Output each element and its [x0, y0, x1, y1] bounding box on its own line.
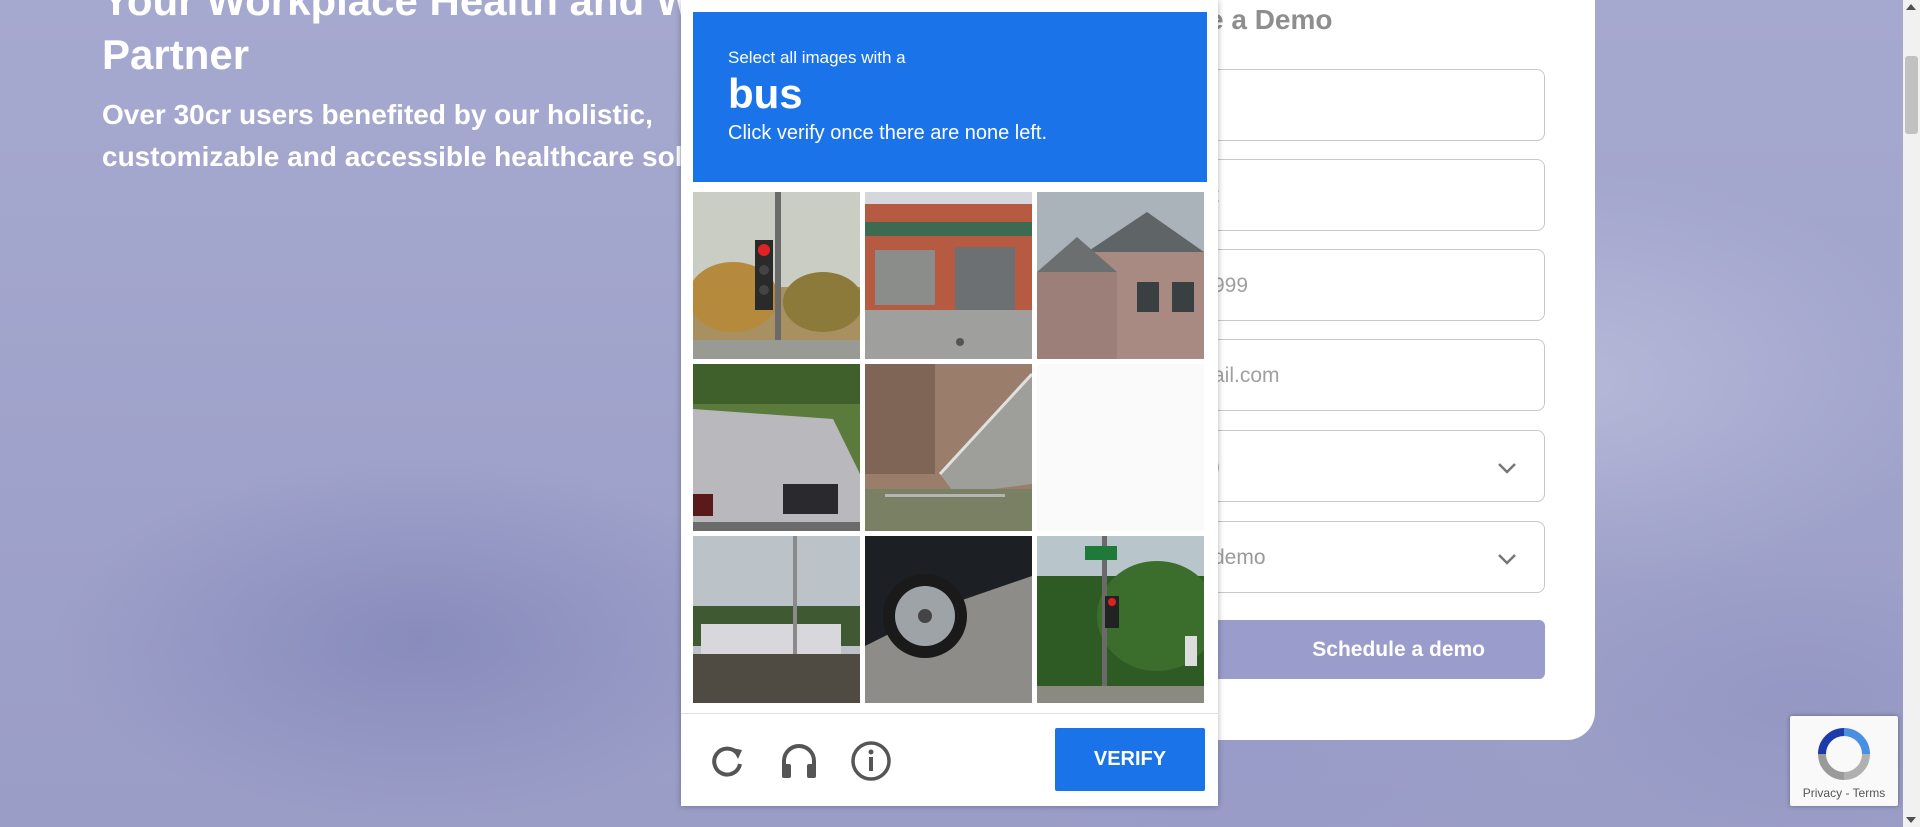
captcha-instruction-line: Select all images with a — [728, 48, 906, 67]
blank-tile-image — [1037, 364, 1204, 531]
recaptcha-terms-links[interactable]: Privacy - Terms — [1790, 786, 1898, 800]
chevron-down-icon — [1498, 463, 1516, 474]
info-icon[interactable] — [850, 740, 892, 782]
hero-title-line: Your Workplace Health and We — [102, 0, 719, 24]
truck-bed-tile-image — [693, 364, 860, 531]
captcha-tile[interactable] — [693, 192, 860, 359]
verify-button[interactable]: VERIFY — [1055, 728, 1205, 791]
recaptcha-badge[interactable]: Privacy - Terms — [1790, 716, 1898, 806]
reload-icon[interactable] — [706, 740, 748, 782]
demo-type-select[interactable]: demo — [1190, 521, 1545, 593]
captcha-tile[interactable] — [865, 364, 1032, 531]
name-field[interactable] — [1190, 69, 1545, 141]
storefront-tile-image — [865, 192, 1032, 359]
schedule-demo-button[interactable]: Schedule a demo — [1190, 620, 1545, 679]
traffic-light-tile-image — [693, 192, 860, 359]
recaptcha-challenge-dialog: Select all images with a bus Click verif… — [681, 0, 1218, 806]
chevron-down-icon — [1498, 554, 1516, 565]
captcha-instructions: Select all images with a bus Click verif… — [693, 12, 1207, 182]
captcha-tile[interactable] — [865, 536, 1032, 703]
phone-field[interactable]: 999 — [1190, 249, 1545, 321]
field-placeholder: ail.com — [1213, 364, 1280, 387]
stairs-tile-image — [865, 364, 1032, 531]
captcha-tile[interactable] — [1037, 192, 1204, 359]
select-value: demo — [1213, 546, 1266, 569]
hero-subtitle: Over 30cr users benefited by our holisti… — [102, 94, 722, 178]
truck-trailer-tile-image — [693, 536, 860, 703]
field-placeholder: 999 — [1213, 274, 1249, 297]
headphones-icon[interactable] — [778, 740, 820, 782]
hero-subtitle-line: customizable and accessible healthcare s… — [102, 141, 700, 172]
captcha-footer: VERIFY — [681, 713, 1218, 807]
scroll-up-arrow-icon[interactable] — [1906, 4, 1916, 10]
form-heading: e a Demo — [1208, 4, 1333, 35]
house-tile-image — [1037, 192, 1204, 359]
street-sign-tile-image — [1037, 536, 1204, 703]
hero-title-line: Partner — [102, 31, 250, 78]
company-field[interactable]: t — [1190, 159, 1545, 231]
hero-subtitle-line: Over 30cr users benefited by our holisti… — [102, 99, 653, 130]
employee-count-select[interactable]: ) — [1190, 430, 1545, 502]
captcha-tile[interactable] — [1037, 364, 1204, 531]
captcha-tile[interactable] — [693, 536, 860, 703]
scrollbar-thumb[interactable] — [1905, 56, 1918, 134]
email-field[interactable]: ail.com — [1190, 339, 1545, 411]
captcha-tile[interactable] — [865, 192, 1032, 359]
captcha-target-word: bus — [728, 70, 803, 117]
captcha-image-grid — [693, 192, 1207, 703]
hero-title: Your Workplace Health and We Partner — [102, 0, 742, 82]
scroll-down-arrow-icon[interactable] — [1906, 817, 1916, 823]
captcha-tile[interactable] — [693, 364, 860, 531]
car-wheel-tile-image — [865, 536, 1032, 703]
recaptcha-logo-icon — [1818, 728, 1870, 780]
page-scrollbar[interactable] — [1903, 0, 1920, 827]
captcha-tile[interactable] — [1037, 536, 1204, 703]
captcha-instruction-line: Click verify once there are none left. — [728, 122, 1048, 144]
